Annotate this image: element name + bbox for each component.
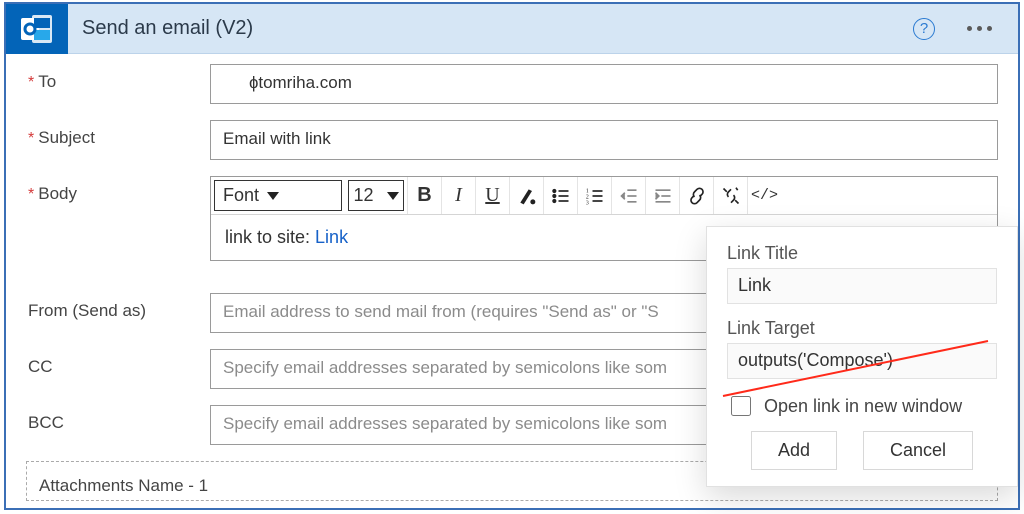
to-input[interactable]: ɸtomriha.com (210, 64, 998, 104)
outlook-icon (6, 4, 68, 54)
unlink-button[interactable] (713, 177, 747, 214)
add-button[interactable]: Add (751, 431, 837, 470)
cancel-button[interactable]: Cancel (863, 431, 973, 470)
link-target-input[interactable]: outputs('Compose') (727, 343, 997, 379)
link-popover: Link Title Link Link Target outputs('Com… (706, 226, 1018, 487)
open-new-window-checkbox[interactable]: Open link in new window (727, 393, 997, 419)
code-view-button[interactable]: </> (747, 177, 781, 214)
to-label: To (28, 64, 210, 92)
font-size-select[interactable]: 12 (348, 180, 404, 211)
subject-label: Subject (28, 120, 210, 148)
link-button[interactable] (679, 177, 713, 214)
underline-button[interactable]: U (475, 177, 509, 214)
bcc-label: BCC (28, 405, 210, 433)
link-title-input[interactable]: Link (727, 268, 997, 304)
font-select[interactable]: Font (214, 180, 342, 211)
chevron-down-icon (267, 192, 279, 200)
svg-text:3: 3 (585, 200, 588, 206)
more-menu-icon[interactable] (963, 22, 996, 35)
cc-label: CC (28, 349, 210, 377)
link-target-label: Link Target (727, 318, 997, 339)
bullet-list-button[interactable] (543, 177, 577, 214)
open-new-window-input[interactable] (731, 396, 751, 416)
body-link[interactable]: Link (315, 227, 348, 247)
numbered-list-button[interactable]: 123 (577, 177, 611, 214)
subject-input[interactable]: Email with link (210, 120, 998, 160)
editor-toolbar: Font 12 B I U (211, 177, 997, 215)
color-picker-button[interactable] (509, 177, 543, 214)
outdent-button[interactable] (611, 177, 645, 214)
card-header: Send an email (V2) ? (6, 4, 1018, 54)
help-icon[interactable]: ? (913, 18, 935, 40)
italic-button[interactable]: I (441, 177, 475, 214)
link-title-label: Link Title (727, 243, 997, 264)
chevron-down-icon (387, 192, 399, 200)
body-label: Body (28, 176, 210, 204)
card-title: Send an email (V2) (68, 17, 913, 40)
indent-button[interactable] (645, 177, 679, 214)
bold-button[interactable]: B (407, 177, 441, 214)
from-label: From (Send as) (28, 293, 210, 321)
body-text: link to site: (225, 227, 315, 247)
action-card: Send an email (V2) ? To ɸtomriha.com Sub… (4, 2, 1020, 510)
